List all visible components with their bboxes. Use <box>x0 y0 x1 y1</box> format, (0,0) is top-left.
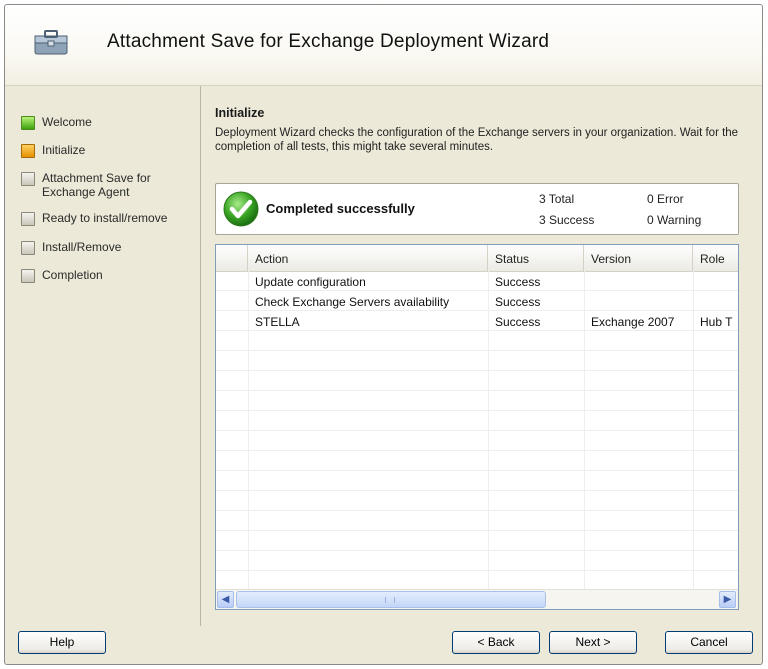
next-button[interactable]: Next > <box>549 631 637 654</box>
scrollbar-thumb[interactable] <box>236 591 546 608</box>
cancel-button[interactable]: Cancel <box>665 631 753 654</box>
cell-status: Success <box>495 315 541 329</box>
empty-row <box>216 431 738 451</box>
scroll-right-icon[interactable]: ▶ <box>719 591 736 608</box>
step-label: Attachment Save for Exchange Agent <box>42 171 151 199</box>
step-label: Ready to install/remove <box>42 211 168 225</box>
page-title: Initialize <box>215 106 265 120</box>
error-count: 0 Error <box>647 192 684 206</box>
status-text: Completed successfully <box>266 201 415 216</box>
grip-icon <box>385 597 395 603</box>
checkmark-success-icon <box>223 191 259 227</box>
step-pending-icon <box>21 212 35 226</box>
cell-version: Exchange 2007 <box>591 315 675 329</box>
column-header-blank[interactable] <box>216 245 248 271</box>
wizard-window: Attachment Save for Exchange Deployment … <box>4 4 763 665</box>
empty-row <box>216 471 738 491</box>
total-count: 3 Total <box>539 192 575 206</box>
cell-role <box>693 291 738 311</box>
step-initialize[interactable]: Initialize <box>21 143 182 173</box>
column-header-version[interactable]: Version <box>584 245 693 271</box>
empty-row <box>216 451 738 471</box>
success-count: 3 Success <box>539 213 595 227</box>
empty-row <box>216 551 738 571</box>
back-button[interactable]: < Back <box>452 631 540 654</box>
step-install-remove[interactable]: Install/Remove <box>21 240 182 270</box>
page-description: Deployment Wizard checks the configurati… <box>215 127 739 153</box>
empty-row <box>216 511 738 531</box>
step-completion[interactable]: Completion <box>21 268 182 298</box>
step-pending-icon <box>21 241 35 255</box>
wizard-header: Attachment Save for Exchange Deployment … <box>5 5 762 86</box>
results-grid[interactable]: Action Status Version Role Update config… <box>215 244 739 610</box>
step-pending-icon <box>21 172 35 186</box>
main-panel: Initialize Deployment Wizard checks the … <box>215 86 755 626</box>
cell-role: Hub T <box>700 315 733 329</box>
step-pending-icon <box>21 269 35 283</box>
step-ready-to-install[interactable]: Ready to install/remove <box>21 211 182 241</box>
cell-action: STELLA <box>255 315 300 329</box>
step-label: Initialize <box>42 143 86 157</box>
table-row[interactable]: STELLA Success Exchange 2007 Hub T <box>216 311 738 331</box>
step-label: Install/Remove <box>42 240 122 254</box>
empty-row <box>216 571 738 591</box>
cell-version <box>584 291 693 311</box>
step-done-icon <box>21 116 35 130</box>
column-header-action[interactable]: Action <box>248 245 488 271</box>
column-header-status[interactable]: Status <box>488 245 584 271</box>
step-current-icon <box>21 144 35 158</box>
empty-row <box>216 371 738 391</box>
cell-status: Success <box>495 295 541 309</box>
cell-action: Update configuration <box>255 275 366 289</box>
cell-version <box>584 271 693 291</box>
horizontal-scrollbar[interactable]: ◀ ▶ <box>216 589 738 609</box>
step-label: Welcome <box>42 115 92 129</box>
table-row[interactable]: Update configuration Success <box>216 271 738 291</box>
help-button[interactable]: Help <box>18 631 106 654</box>
cell-action: Check Exchange Servers availability <box>255 295 450 309</box>
empty-row <box>216 531 738 551</box>
scroll-left-icon[interactable]: ◀ <box>217 591 234 608</box>
wizard-title: Attachment Save for Exchange Deployment … <box>107 31 550 52</box>
empty-row <box>216 331 738 351</box>
empty-row <box>216 351 738 371</box>
warning-count: 0 Warning <box>647 213 702 227</box>
step-welcome[interactable]: Welcome <box>21 115 182 145</box>
steps-sidebar: Welcome Initialize Attachment Save for E… <box>5 86 201 626</box>
empty-row <box>216 411 738 431</box>
column-header-role[interactable]: Role <box>693 245 738 271</box>
step-label: Completion <box>42 268 103 282</box>
briefcase-icon <box>34 30 68 55</box>
empty-row <box>216 391 738 411</box>
cell-status: Success <box>495 275 541 289</box>
table-row[interactable]: Check Exchange Servers availability Succ… <box>216 291 738 311</box>
empty-row <box>216 491 738 511</box>
grid-header: Action Status Version Role <box>216 245 738 272</box>
status-summary-panel: Completed successfully 3 Total 3 Success… <box>215 183 739 235</box>
cell-role <box>693 271 738 291</box>
step-attachment-save-agent[interactable]: Attachment Save for Exchange Agent <box>21 171 182 201</box>
